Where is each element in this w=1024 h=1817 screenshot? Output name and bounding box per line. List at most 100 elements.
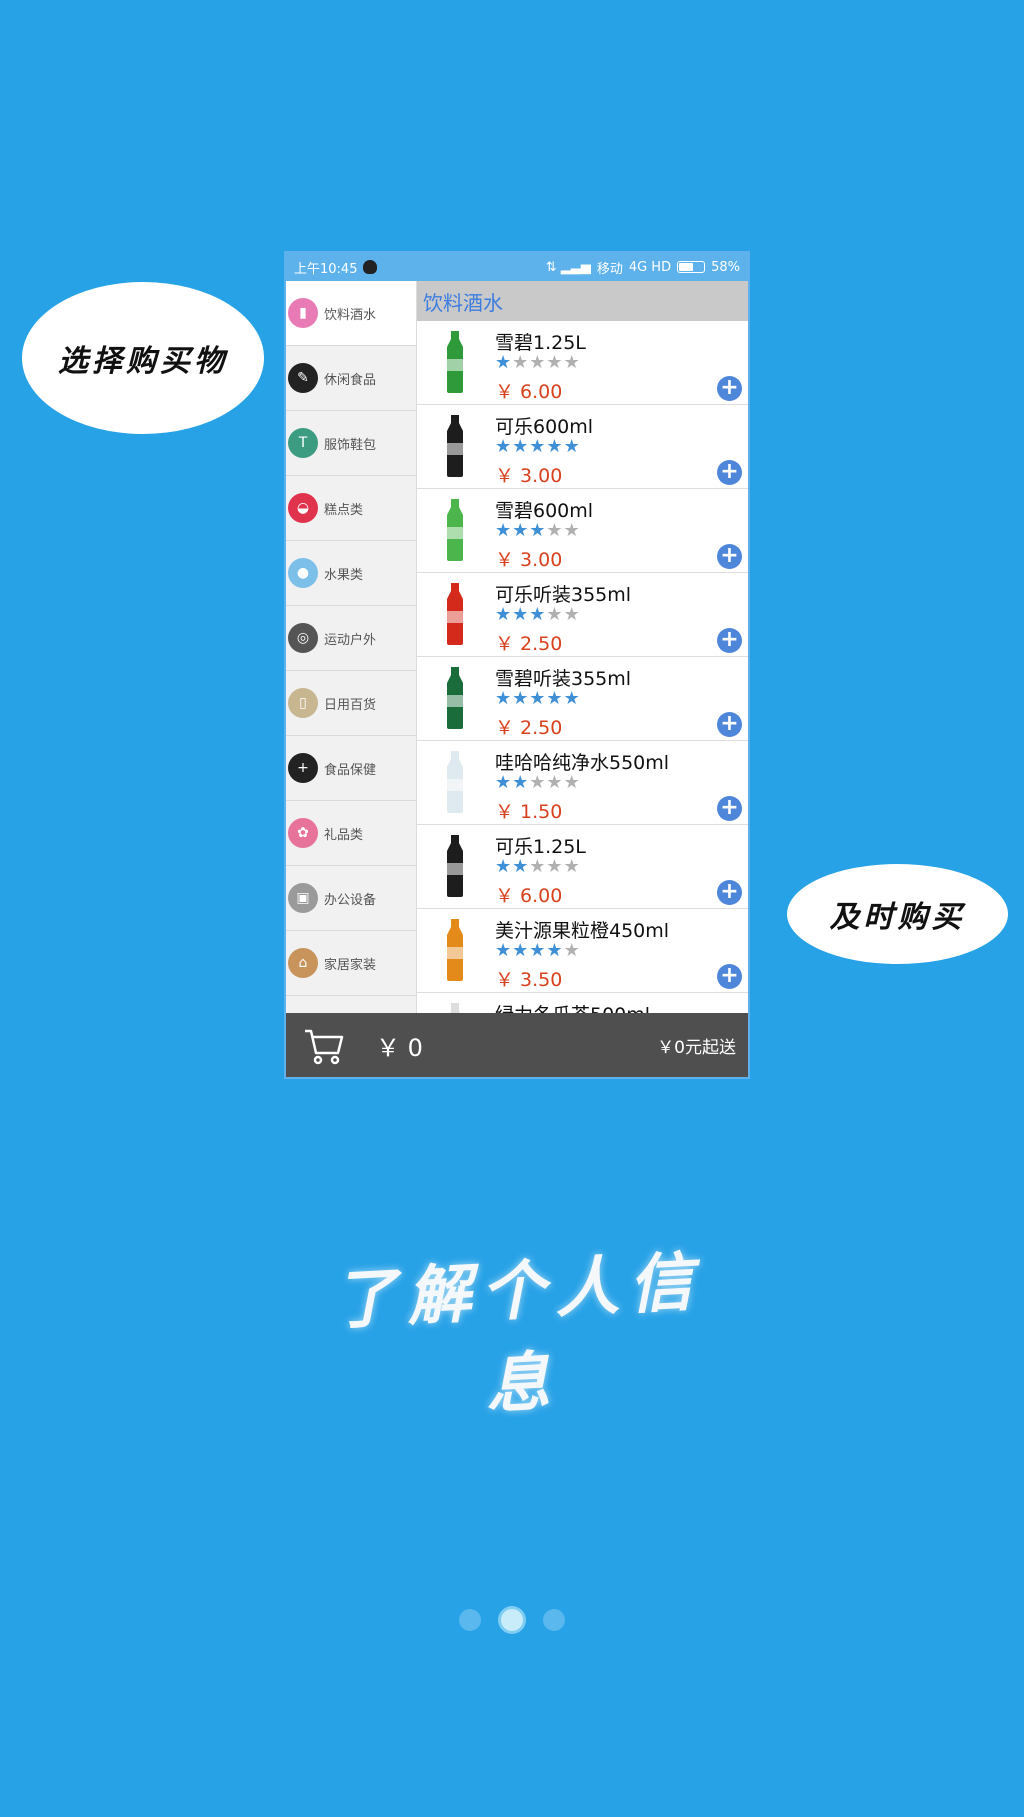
product-price: ￥ 2.50 (495, 717, 563, 739)
sidebar-item-label: 礼品类 (324, 827, 364, 843)
status-time: 上午10:45 (294, 261, 358, 277)
star-icon: ★ (546, 688, 564, 709)
product-name: 可乐600ml (495, 416, 594, 438)
sidebar-item[interactable]: ▮ 饮料酒水 (286, 281, 416, 346)
product-image (447, 583, 463, 645)
add-to-cart-button[interactable]: + (717, 628, 742, 653)
add-to-cart-button[interactable]: + (717, 796, 742, 821)
star-icon: ★ (529, 688, 547, 709)
status-bar: 上午10:45 ⇅ ▂▃▅ 移动 4G HD 58% (286, 253, 748, 281)
snack-icon: ✎ (288, 363, 318, 393)
add-to-cart-button[interactable]: + (717, 544, 742, 569)
product-image (447, 415, 463, 477)
sidebar-item-label: 服饰鞋包 (324, 437, 377, 453)
sidebar-item[interactable]: ⌂ 家居家装 (286, 931, 416, 996)
rating-stars: ★★★★★ (495, 606, 581, 624)
star-icon: ★ (495, 940, 513, 961)
cart-total: ￥ 0 (376, 1033, 423, 1062)
product-image (447, 751, 463, 813)
star-icon: ★ (495, 352, 513, 373)
product-row[interactable]: 雪碧600ml ★★★★★ ￥ 3.00 + (417, 489, 748, 573)
product-row[interactable]: 雪碧1.25L ★★★★★ ￥ 6.00 + (417, 321, 748, 405)
rating-stars: ★★★★★ (495, 438, 581, 456)
product-price: ￥ 1.50 (495, 801, 563, 823)
product-price: ￥ 3.00 (495, 465, 563, 487)
add-to-cart-button[interactable]: + (717, 712, 742, 737)
product-name: 美汁源果粒橙450ml (495, 920, 670, 942)
star-icon: ★ (495, 688, 513, 709)
product-row[interactable]: 绿力冬瓜茶500ml (417, 993, 748, 1015)
product-row[interactable]: 雪碧听装355ml ★★★★★ ￥ 2.50 + (417, 657, 748, 741)
sidebar-item[interactable]: T 服饰鞋包 (286, 411, 416, 476)
star-icon: ★ (546, 436, 564, 457)
sidebar-item-label: 日用百货 (324, 697, 377, 713)
page-dot[interactable] (459, 1609, 481, 1631)
star-icon: ★ (563, 436, 581, 457)
product-row[interactable]: 可乐1.25L ★★★★★ ￥ 6.00 + (417, 825, 748, 909)
basketball-icon: ◎ (288, 623, 318, 653)
sidebar-item[interactable]: ● 水果类 (286, 541, 416, 606)
battery-icon (677, 261, 706, 273)
star-icon: ★ (546, 856, 564, 877)
min-order-text: ￥0元起送 (657, 1037, 736, 1058)
add-to-cart-button[interactable]: + (717, 964, 742, 989)
star-icon: ★ (529, 520, 547, 541)
product-row[interactable]: 可乐听装355ml ★★★★★ ￥ 2.50 + (417, 573, 748, 657)
rating-stars: ★★★★★ (495, 942, 581, 960)
gift-icon: ✿ (288, 818, 318, 848)
star-icon: ★ (563, 856, 581, 877)
fruit-icon: ● (288, 558, 318, 588)
rating-stars: ★★★★★ (495, 858, 581, 876)
star-icon: ★ (563, 772, 581, 793)
briefcase-icon: ▣ (288, 883, 318, 913)
sidebar-item[interactable]: ◎ 运动户外 (286, 606, 416, 671)
star-icon: ★ (546, 772, 564, 793)
cart-icon[interactable] (302, 1023, 346, 1067)
product-price: ￥ 6.00 (495, 381, 563, 403)
product-list: 雪碧1.25L ★★★★★ ￥ 6.00 + 可乐600ml ★★★★★ ￥ 3.00 + 雪碧… (417, 321, 748, 1015)
star-icon: ★ (495, 520, 513, 541)
add-to-cart-button[interactable]: + (717, 460, 742, 485)
page-dot[interactable] (543, 1609, 565, 1631)
tissue-icon: ▯ (288, 688, 318, 718)
house-icon: ⌂ (288, 948, 318, 978)
add-to-cart-button[interactable]: + (717, 880, 742, 905)
page-dot[interactable] (501, 1609, 523, 1631)
product-row[interactable]: 哇哈哈纯净水550ml ★★★★★ ￥ 1.50 + (417, 741, 748, 825)
star-icon: ★ (512, 940, 530, 961)
product-name: 哇哈哈纯净水550ml (495, 752, 670, 774)
product-price: ￥ 2.50 (495, 633, 563, 655)
rating-stars: ★★★★★ (495, 774, 581, 792)
product-price: ￥ 3.50 (495, 969, 563, 991)
sidebar-item[interactable]: ▣ 办公设备 (286, 866, 416, 931)
product-row[interactable]: 可乐600ml ★★★★★ ￥ 3.00 + (417, 405, 748, 489)
rating-stars: ★★★★★ (495, 354, 581, 372)
signal-icon: ⇅ ▂▃▅ (545, 259, 591, 275)
sidebar-item[interactable]: ◒ 糕点类 (286, 476, 416, 541)
star-icon: ★ (512, 436, 530, 457)
category-sidebar: ▮ 饮料酒水 ✎ 休闲食品 T 服饰鞋包 ◒ 糕点类 ● 水果类 ◎ 运动户外 ▯ 日用百货 + 食品保健 ✿ 礼… (286, 281, 417, 1015)
sidebar-item-label: 糕点类 (324, 502, 364, 518)
product-row[interactable]: 美汁源果粒橙450ml ★★★★★ ￥ 3.50 + (417, 909, 748, 993)
page-indicator (0, 1609, 1024, 1633)
product-image (447, 331, 463, 393)
product-name: 可乐听装355ml (495, 584, 632, 606)
sidebar-item[interactable]: + 食品保健 (286, 736, 416, 801)
product-image (447, 667, 463, 729)
status-carrier: 移动 (596, 261, 623, 277)
star-icon: ★ (512, 604, 530, 625)
star-icon: ★ (529, 856, 547, 877)
status-network: 4G HD (628, 259, 672, 275)
star-icon: ★ (512, 772, 530, 793)
star-icon: ★ (495, 604, 513, 625)
product-price: ￥ 3.00 (495, 549, 563, 571)
sidebar-item[interactable]: ✎ 休闲食品 (286, 346, 416, 411)
sidebar-item[interactable]: ▯ 日用百货 (286, 671, 416, 736)
star-icon: ★ (529, 436, 547, 457)
star-icon: ★ (563, 604, 581, 625)
add-to-cart-button[interactable]: + (717, 376, 742, 401)
sidebar-item-label: 家居家装 (324, 957, 377, 973)
health-icon: + (288, 753, 318, 783)
sidebar-item[interactable]: ✿ 礼品类 (286, 801, 416, 866)
product-name: 可乐1.25L (495, 836, 586, 858)
